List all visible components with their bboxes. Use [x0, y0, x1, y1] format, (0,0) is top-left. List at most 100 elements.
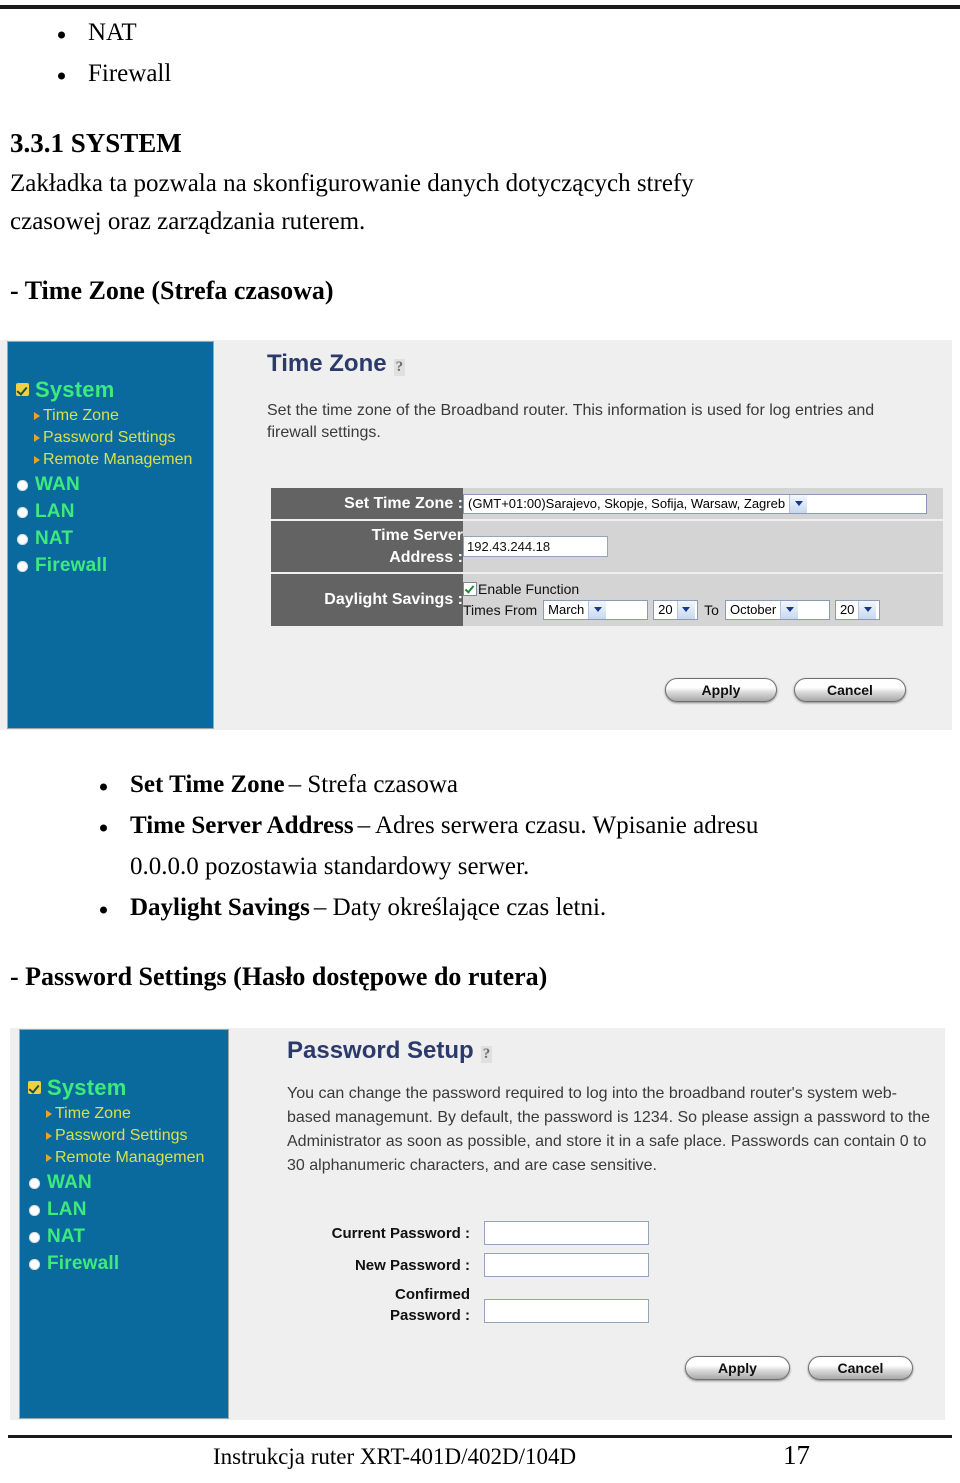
triangle-bullet-icon: [46, 1153, 52, 1162]
list-item: NAT: [30, 14, 630, 55]
panel-title-text: Time Zone: [267, 350, 387, 377]
sidebar-item-remote-management[interactable]: Remote Managemen: [8, 450, 213, 469]
new-password-input[interactable]: [484, 1253, 649, 1277]
sidebar-item-label: NAT: [47, 1226, 86, 1247]
sidebar-item-time-zone[interactable]: Time Zone: [20, 1104, 228, 1123]
chevron-down-icon[interactable]: [789, 494, 808, 513]
section-intro-line-1: Zakładka ta pozwala na skonfigurowanie d…: [10, 170, 694, 197]
sidebar-item-label: System: [47, 1075, 127, 1100]
from-month-select[interactable]: March: [543, 599, 649, 620]
apply-button[interactable]: Apply: [665, 678, 777, 702]
sidebar-item-remote-management[interactable]: Remote Managemen: [20, 1148, 228, 1167]
bullet-label: Firewall: [88, 60, 172, 87]
cancel-button[interactable]: Cancel: [794, 678, 906, 702]
chevron-down-icon[interactable]: [676, 600, 695, 619]
section-intro-line-2: czasowej oraz zarządzania ruterem.: [10, 208, 366, 235]
sidebar-item-password-settings[interactable]: Password Settings: [8, 428, 213, 447]
list-item: Daylight Savings – Daty określające czas…: [72, 889, 952, 930]
sidebar-item-label: System: [35, 377, 115, 402]
sidebar-item-firewall[interactable]: Firewall: [20, 1252, 228, 1276]
bullet-dot-icon: [58, 72, 65, 79]
check-marker-icon: [28, 1081, 42, 1095]
sidebar-item-nat[interactable]: NAT: [8, 527, 213, 551]
triangle-bullet-icon: [34, 433, 40, 442]
confirmed-password-label-line2: Password :: [389, 1307, 470, 1324]
set-time-zone-select[interactable]: (GMT+01:00)Sarajevo, Skopje, Sofija, War…: [463, 493, 927, 514]
bullet-dot-icon: [100, 824, 107, 831]
enable-function-checkbox[interactable]: [463, 581, 477, 596]
chevron-down-icon[interactable]: [588, 600, 607, 619]
from-day-select[interactable]: 20: [653, 599, 699, 620]
sidebar-item-password-settings[interactable]: Password Settings: [20, 1126, 228, 1145]
time-server-address-value-cell: 192.43.244.18: [463, 520, 943, 574]
enable-function-label: Enable Function: [478, 580, 580, 597]
time-server-address-input[interactable]: 192.43.244.18: [463, 536, 608, 557]
confirmed-password-input[interactable]: [484, 1299, 649, 1323]
bullet-desc: – Adres serwera czasu. Wpisanie adresu: [357, 812, 759, 839]
form-row-new-password: New Password :: [280, 1248, 680, 1282]
cancel-button[interactable]: Cancel: [808, 1356, 913, 1380]
radio-marker-icon: [28, 1230, 42, 1244]
set-time-zone-value-cell: (GMT+01:00)Sarajevo, Skopje, Sofija, War…: [463, 488, 943, 521]
bullet-dot-icon: [100, 783, 107, 790]
triangle-bullet-icon: [34, 411, 40, 420]
times-from-label: Times From: [463, 601, 538, 618]
sidebar-item-firewall[interactable]: Firewall: [8, 554, 213, 578]
sidebar-subitem-label: Password Settings: [55, 1127, 188, 1144]
sidebar-subitem-label: Remote Managemen: [55, 1149, 205, 1166]
triangle-bullet-icon: [34, 455, 40, 464]
sidebar-item-nat[interactable]: NAT: [20, 1225, 228, 1249]
heading-time-zone: - Time Zone (Strefa czasowa): [10, 276, 334, 305]
sidebar-subitem-label: Remote Managemen: [43, 451, 193, 468]
to-month-value: October: [729, 602, 777, 617]
router-screenshot-password-setup: System Time Zone Password Settings Remot…: [10, 1028, 945, 1420]
daylight-savings-label: Daylight Savings :: [271, 573, 463, 628]
apply-button[interactable]: Apply: [685, 1356, 790, 1380]
sidebar-subitem-label: Time Zone: [43, 407, 119, 424]
list-item: Firewall: [30, 55, 630, 96]
from-month-value: March: [548, 602, 585, 617]
to-day-select[interactable]: 20: [834, 599, 880, 620]
sidebar-item-lan[interactable]: LAN: [8, 500, 213, 524]
mid-bullet-list: Set Time Zone – Strefa czasowa Time Serv…: [72, 766, 952, 930]
chevron-down-icon[interactable]: [780, 600, 799, 619]
current-password-input[interactable]: [484, 1221, 649, 1245]
bullet-desc: – Daty określające czas letni.: [313, 894, 607, 921]
sidebar-item-label: NAT: [35, 528, 74, 549]
help-icon[interactable]: ?: [393, 359, 406, 376]
daylight-range-row: Times From March 20 To October 20: [463, 599, 943, 620]
check-marker-icon: [16, 383, 30, 397]
daylight-savings-value-cell: Enable Function Times From March 20 To O…: [463, 573, 943, 628]
sidebar-item-wan[interactable]: WAN: [8, 473, 213, 497]
time-server-address-label: Time Server Address :: [271, 520, 463, 574]
table-row-time-server-address: Time Server Address : 192.43.244.18: [271, 520, 943, 574]
to-label: To: [704, 601, 719, 618]
sidebar-item-system[interactable]: System: [20, 1074, 228, 1102]
sidebar-item-time-zone[interactable]: Time Zone: [8, 406, 213, 425]
radio-marker-icon: [28, 1257, 42, 1271]
sidebar-item-wan[interactable]: WAN: [20, 1171, 228, 1195]
time-server-address-label-line1: Time Server: [371, 526, 463, 544]
sidebar-item-system[interactable]: System: [8, 376, 213, 404]
footer-rule: [8, 1435, 952, 1438]
help-icon[interactable]: ?: [480, 1046, 493, 1063]
sidebar-item-lan[interactable]: LAN: [20, 1198, 228, 1222]
bullet-desc-line-2: 0.0.0.0 pozostawia standardowy serwer.: [130, 853, 530, 880]
set-time-zone-label: Set Time Zone :: [271, 488, 463, 521]
chevron-down-icon[interactable]: [858, 600, 877, 619]
radio-marker-icon: [16, 559, 30, 573]
router-sidebar: System Time Zone Password Settings Remot…: [8, 342, 213, 728]
sidebar-item-label: Firewall: [47, 1253, 120, 1274]
heading-password-settings: - Password Settings (Hasło dostępowe do …: [10, 962, 548, 991]
radio-marker-icon: [16, 532, 30, 546]
sidebar-subitem-label: Time Zone: [55, 1105, 131, 1122]
password-button-row: Apply Cancel: [685, 1356, 913, 1380]
time-zone-button-row: Apply Cancel: [665, 678, 906, 702]
password-form: Current Password : New Password : Confir…: [280, 1218, 680, 1326]
bullet-label: NAT: [88, 19, 137, 46]
panel-title-time-zone: Time Zone ?: [267, 350, 406, 378]
top-bullet-list: NAT Firewall: [30, 14, 630, 96]
triangle-bullet-icon: [46, 1109, 52, 1118]
to-month-select[interactable]: October: [724, 599, 830, 620]
bullet-term: Set Time Zone: [130, 771, 285, 798]
